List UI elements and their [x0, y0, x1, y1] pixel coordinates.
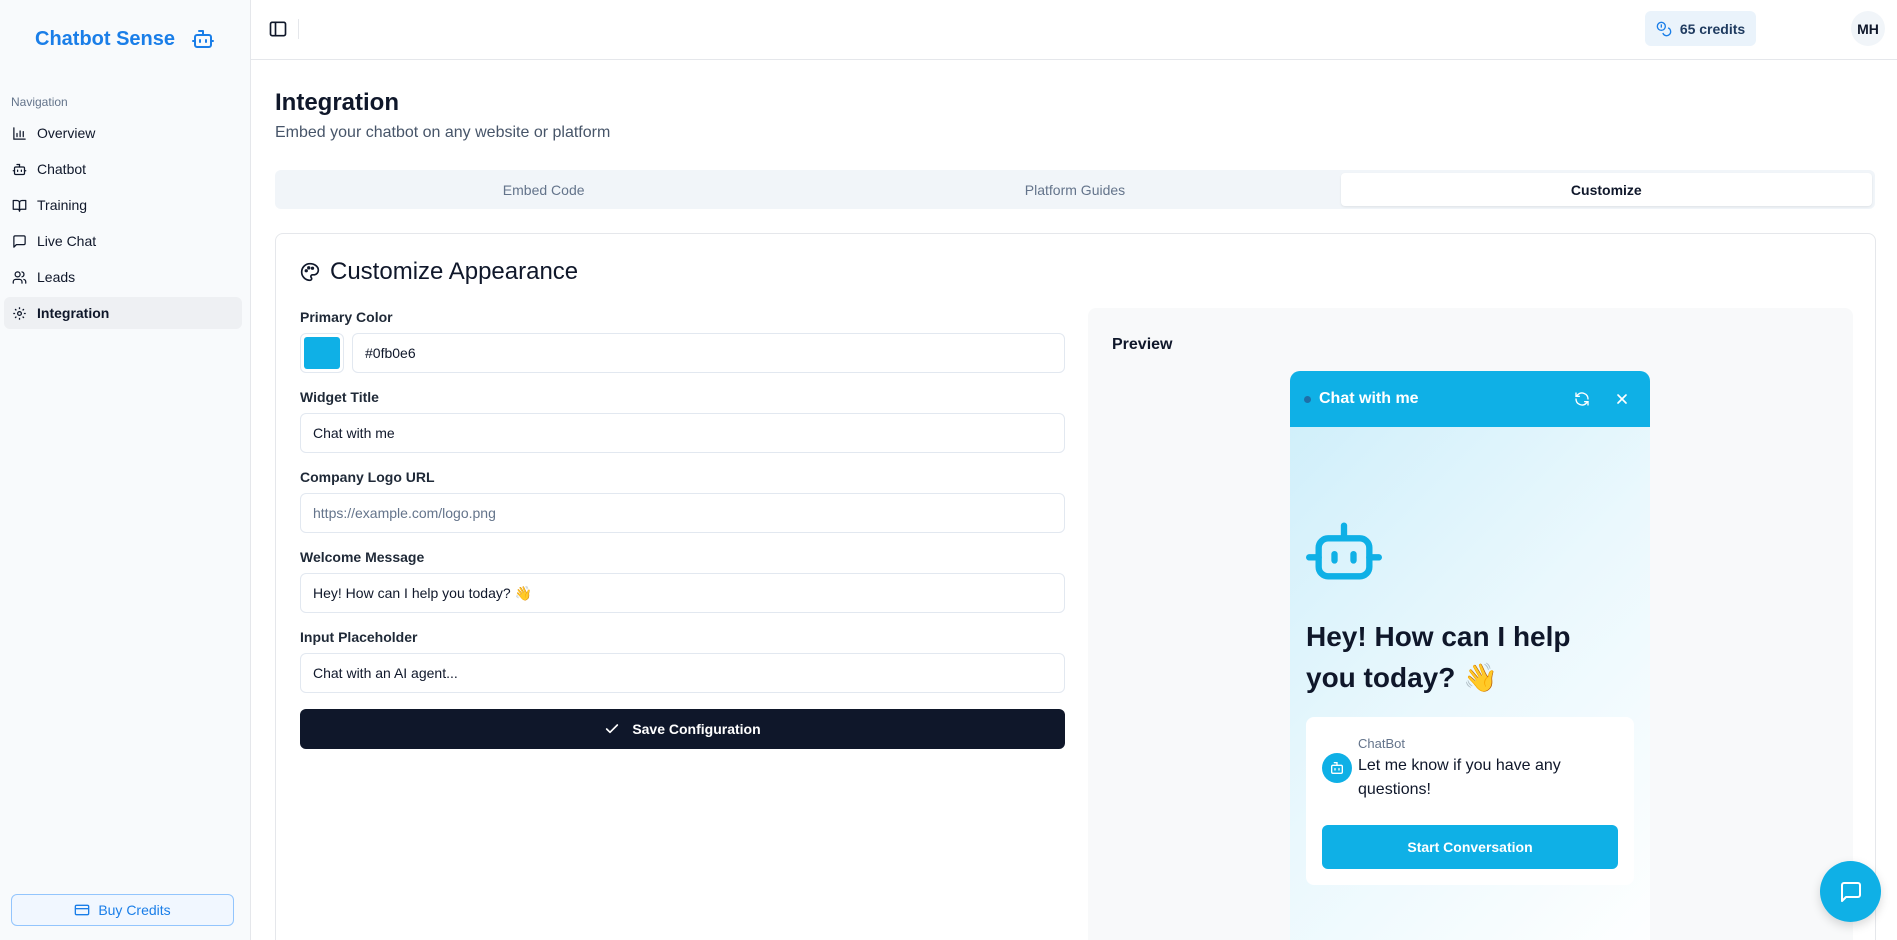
input-placeholder-input[interactable]	[300, 653, 1065, 693]
brand-name: Chatbot Sense	[35, 27, 176, 50]
bot-icon	[12, 163, 27, 175]
sidebar-nav: Overview Chatbot Training Live Chat Lead…	[4, 117, 242, 333]
widget-title-label: Widget Title	[300, 389, 379, 405]
coins-icon	[1656, 21, 1672, 36]
message-sender: ChatBot	[1358, 736, 1405, 751]
input-placeholder-label: Input Placeholder	[300, 629, 418, 645]
preview-panel: Preview Chat with me Hey! How can I help…	[1088, 308, 1853, 940]
sidebar-item-leads[interactable]: Leads	[4, 261, 242, 293]
bar-chart-icon	[13, 126, 26, 140]
tab-customize[interactable]: Customize	[1340, 173, 1872, 206]
welcome-heading: Hey! How can I help you today? 👋	[1306, 621, 1571, 693]
credits-count: 65 credits	[1679, 20, 1746, 37]
widget-header-title: Chat with me	[1319, 390, 1419, 407]
nav-heading: Navigation	[11, 95, 68, 109]
widget-header: Chat with me	[1290, 371, 1650, 427]
welcome-message-field: Welcome Message	[300, 549, 1065, 613]
sidebar-item-live-chat[interactable]: Live Chat	[4, 225, 242, 257]
bot-icon	[1331, 762, 1343, 774]
sidebar-item-chatbot[interactable]: Chatbot	[4, 153, 242, 185]
sidebar-item-label: Training	[37, 197, 88, 213]
chat-widget-preview: Chat with me Hey! How can I help you tod…	[1290, 371, 1650, 940]
topbar: 65 credits MH	[251, 0, 1897, 60]
buy-credits-button[interactable]: Buy Credits	[11, 894, 234, 926]
bot-avatar	[1322, 753, 1352, 783]
sidebar-item-label: Chatbot	[37, 161, 87, 177]
sidebar-item-label: Integration	[37, 305, 110, 321]
widget-title-field: Widget Title	[300, 389, 1065, 453]
message-text: Let me know if you have any questions!	[1358, 757, 1561, 798]
logo-url-label: Company Logo URL	[300, 469, 435, 485]
welcome-message-label: Welcome Message	[300, 549, 425, 565]
sidebar-item-label: Leads	[37, 269, 76, 285]
sidebar-toggle-icon[interactable]	[268, 19, 288, 39]
color-swatch[interactable]	[300, 333, 344, 373]
sidebar-item-label: Live Chat	[37, 233, 97, 249]
page-subtitle: Embed your chatbot on any website or pla…	[275, 124, 611, 141]
sidebar-item-overview[interactable]: Overview	[4, 117, 242, 149]
customize-card: Customize Appearance Primary Color Widge…	[275, 233, 1876, 940]
message-circle-icon	[1840, 881, 1861, 902]
page-title: Integration	[275, 89, 399, 116]
welcome-message-input[interactable]	[300, 573, 1065, 613]
logo-url-field: Company Logo URL	[300, 469, 1065, 533]
sidebar-item-training[interactable]: Training	[4, 189, 242, 221]
toolbar-divider	[298, 19, 299, 39]
message-square-icon	[13, 234, 26, 248]
input-placeholder-field: Input Placeholder	[300, 629, 1065, 693]
book-icon	[12, 199, 27, 212]
tab-list: Embed Code Platform Guides Customize	[275, 170, 1875, 209]
save-configuration-button[interactable]: Save Configuration	[300, 709, 1065, 749]
sidebar-item-label: Overview	[37, 125, 96, 141]
sidebar-item-integration[interactable]: Integration	[4, 297, 242, 329]
start-conversation-button[interactable]: Start Conversation	[1322, 825, 1618, 869]
buy-credits-label: Buy Credits	[98, 902, 171, 918]
tab-platform-guides[interactable]: Platform Guides	[809, 173, 1340, 206]
preview-label: Preview	[1112, 336, 1173, 353]
logo-url-input[interactable]	[300, 493, 1065, 533]
message-card: ChatBot Let me know if you have any ques…	[1306, 717, 1634, 885]
check-icon	[606, 724, 619, 734]
widget-title-input[interactable]	[300, 413, 1065, 453]
status-dot	[1304, 395, 1311, 403]
bot-icon	[1306, 522, 1382, 580]
card-title-text: Customize Appearance	[330, 258, 579, 285]
gear-icon	[13, 306, 26, 320]
tab-embed-code[interactable]: Embed Code	[278, 173, 809, 206]
brand[interactable]: Chatbot Sense	[35, 27, 215, 51]
close-icon[interactable]	[1614, 391, 1630, 407]
bot-icon	[192, 30, 215, 48]
primary-color-label: Primary Color	[300, 309, 393, 325]
primary-color-input[interactable]	[352, 333, 1065, 373]
refresh-icon[interactable]	[1574, 391, 1590, 407]
palette-icon	[300, 262, 320, 282]
customize-form: Primary Color Widget Title Company Logo …	[300, 309, 1065, 749]
save-configuration-label: Save Configuration	[632, 721, 761, 737]
credits-badge[interactable]: 65 credits	[1645, 11, 1756, 46]
users-icon	[12, 270, 27, 284]
card-title: Customize Appearance	[300, 258, 578, 286]
credit-card-icon	[74, 904, 90, 916]
avatar[interactable]: MH	[1851, 11, 1885, 46]
chat-launcher-button[interactable]	[1820, 861, 1881, 922]
primary-color-field: Primary Color	[300, 309, 1065, 373]
sidebar: Chatbot Sense Navigation Overview Chatbo…	[0, 0, 251, 940]
